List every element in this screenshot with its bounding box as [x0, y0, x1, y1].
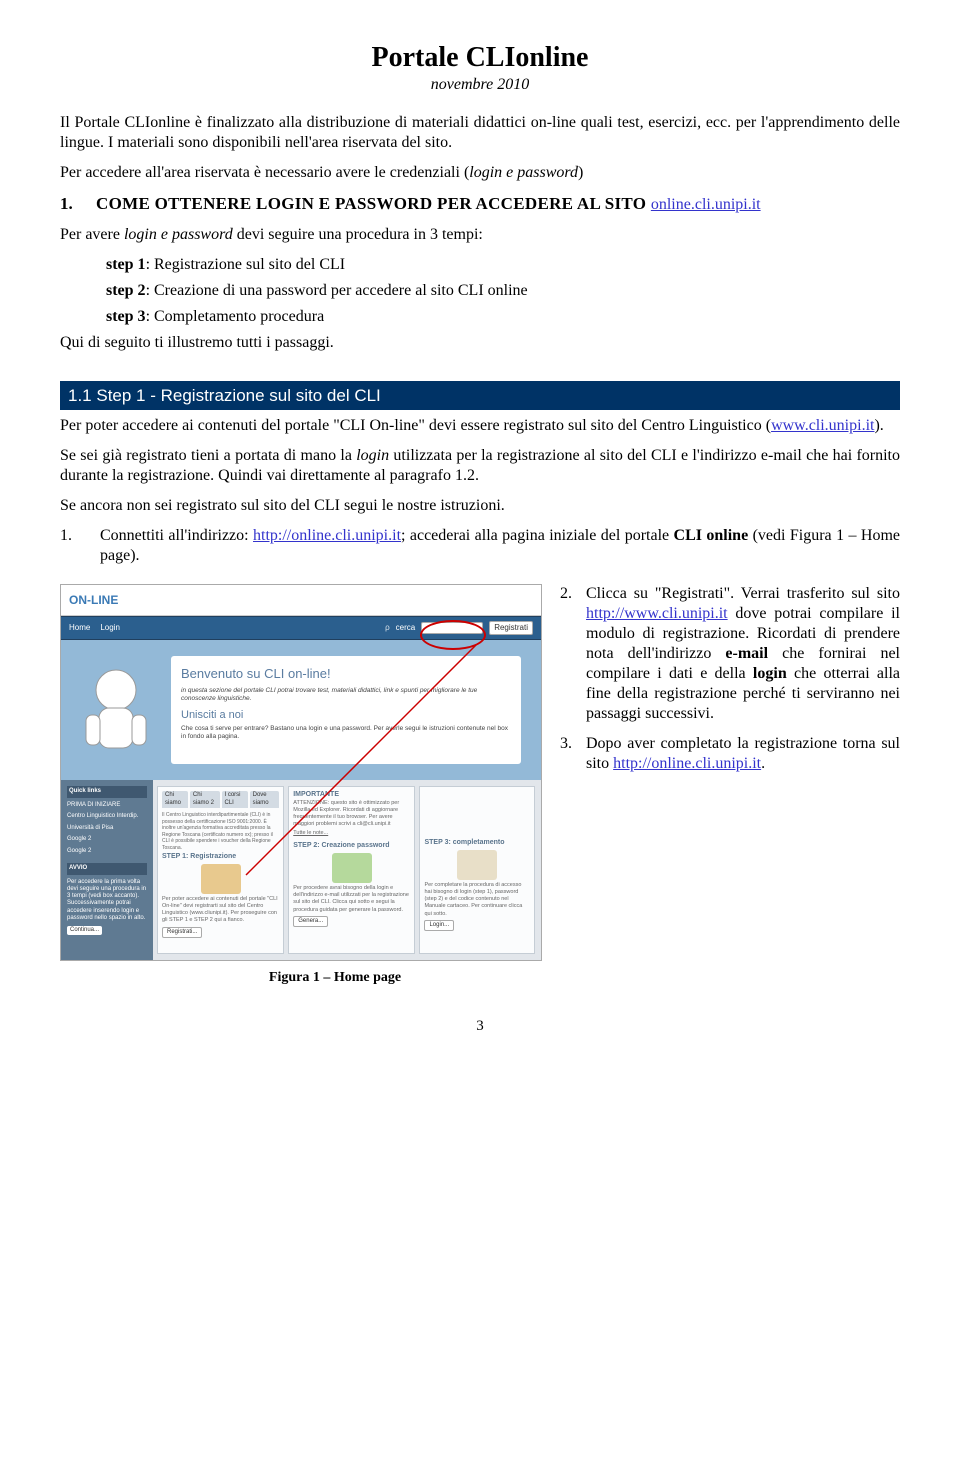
link-online-cli-2[interactable]: http://online.cli.unipi.it [253, 527, 401, 544]
link-online-cli-3[interactable]: http://online.cli.unipi.it [613, 755, 761, 772]
ss-step2-card: IMPORTANTE ATTENZIONE: questo sito è ott… [288, 786, 415, 954]
ss-hero-title: Benvenuto su CLI on-line! [181, 666, 511, 682]
ss-logo: ON-LINE [69, 593, 118, 608]
steps-list: step 1: Registrazione sul sito del CLI s… [106, 255, 900, 327]
instruction-list-top: 1. Connettiti all'indirizzo: http://onli… [60, 526, 900, 566]
page-title: Portale CLIonline [60, 40, 900, 75]
page-number: 3 [60, 1017, 900, 1036]
ss-step1-icon [201, 864, 241, 894]
ss-nav-home[interactable]: Home [69, 623, 90, 633]
para-1-1-intro: Per poter accedere ai contenuti del port… [60, 416, 900, 436]
ss-astronaut-image [61, 640, 171, 780]
ss-hero-subtitle: Unisciti a noi [181, 709, 511, 723]
figure-1-caption: Figura 1 – Home page [130, 969, 540, 987]
section-1-heading: 1. COME OTTENERE LOGIN E PASSWORD PER AC… [60, 193, 900, 215]
ss-registrati-button[interactable]: Registrati [489, 621, 533, 635]
ss-step3-icon [457, 850, 497, 880]
figure-1-screenshot: ON-LINE Home Login ρ cerca Registrati [60, 584, 542, 961]
ss-step2-icon [332, 853, 372, 883]
ss-step1-card: Chi siamoChi siamo 2I corsi CLIDove siam… [157, 786, 284, 954]
ss-quicklinks: Quick links PRIMA DI INIZIARE Centro Lin… [61, 780, 153, 960]
ss-step3-card: STEP 3: completamento Per completare la … [419, 786, 535, 954]
instruction-3: Dopo aver completato la registrazione to… [586, 734, 900, 774]
ss-registrati-btn[interactable]: Registrati... [162, 927, 202, 939]
page-subtitle: novembre 2010 [60, 75, 900, 95]
ss-login-btn[interactable]: Login... [424, 920, 454, 932]
procedure-outro: Qui di seguito ti illustremo tutti i pas… [60, 333, 900, 353]
section-1-1-bar: 1.1 Step 1 - Registrazione sul sito del … [60, 381, 900, 410]
para-not-registered: Se ancora non sei registrato sul sito de… [60, 496, 900, 516]
ss-nav-login[interactable]: Login [100, 623, 120, 633]
link-www-cli[interactable]: www.cli.unipi.it [771, 417, 874, 434]
ss-continua-button[interactable]: Continua... [67, 926, 102, 936]
intro-paragraph-1: Il Portale CLIonline è finalizzato alla … [60, 113, 900, 153]
ss-search-label: cerca [396, 623, 416, 633]
link-www-cli-2[interactable]: http://www.cli.unipi.it [586, 605, 728, 622]
link-online-cli[interactable]: online.cli.unipi.it [651, 196, 761, 213]
instruction-2: Clicca su "Registrati". Verrai trasferit… [586, 584, 900, 724]
intro-paragraph-2: Per accedere all'area riservata è necess… [60, 163, 900, 183]
para-already-registered: Se sei già registrato tieni a portata di… [60, 446, 900, 486]
procedure-intro: Per avere login e password devi seguire … [60, 225, 900, 245]
ss-genera-btn[interactable]: Genera... [293, 916, 328, 928]
